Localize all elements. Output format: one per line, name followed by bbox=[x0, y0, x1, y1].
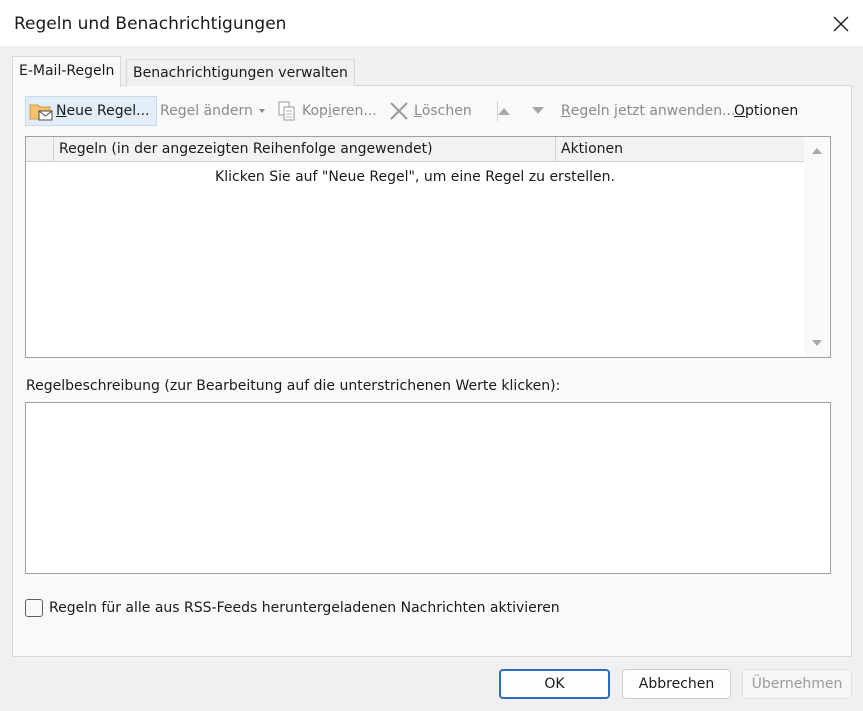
header-checkbox-column[interactable] bbox=[26, 137, 54, 161]
rss-rules-label: Regeln für alle aus RSS-Feeds herunterge… bbox=[49, 600, 560, 616]
move-up-button[interactable] bbox=[493, 96, 515, 126]
options-accel: O bbox=[734, 103, 746, 119]
new-rule-icon bbox=[29, 104, 53, 121]
delete-label: öschen bbox=[421, 103, 472, 119]
copy-label-a: Kop bbox=[302, 103, 328, 119]
new-rule-button[interactable]: Neue Regel... bbox=[25, 96, 157, 126]
arrow-down-icon bbox=[532, 107, 544, 114]
rss-rules-checkbox[interactable] bbox=[25, 599, 43, 617]
rules-list-scrollbar[interactable] bbox=[804, 137, 830, 357]
arrow-up-icon bbox=[498, 108, 510, 115]
copy-button[interactable]: Kop i eren... bbox=[276, 96, 377, 126]
delete-button[interactable]: Löschen bbox=[388, 96, 472, 126]
delete-x-icon bbox=[390, 102, 408, 120]
tab-manage-notifications[interactable]: Benachrichtigungen verwalten bbox=[126, 59, 355, 86]
new-rule-label: eue Regel... bbox=[66, 103, 150, 119]
rss-rules-option[interactable]: Regeln für alle aus RSS-Feeds herunterge… bbox=[25, 599, 560, 617]
copy-label-b: eren... bbox=[331, 103, 377, 119]
column-header-actions[interactable]: Aktionen bbox=[556, 137, 804, 161]
empty-list-message: Klicken Sie auf "Neue Regel", um eine Re… bbox=[215, 169, 615, 185]
apply-now-label: egeln jetzt anwenden... bbox=[570, 103, 736, 119]
rules-toolbar: Neue Regel... Regel ändern Kop i eren... L… bbox=[12, 96, 812, 126]
rules-list[interactable]: Regeln (in der angezeigten Reihenfolge a… bbox=[25, 136, 831, 358]
close-button[interactable] bbox=[823, 6, 859, 42]
window-title: Regeln und Benachrichtigungen bbox=[14, 14, 287, 34]
rules-list-header: Regeln (in der angezeigten Reihenfolge a… bbox=[26, 137, 804, 162]
move-down-button[interactable] bbox=[527, 96, 549, 126]
scroll-up-icon[interactable] bbox=[804, 141, 830, 161]
options-button[interactable]: Optionen bbox=[734, 96, 798, 126]
apply-rules-now-button[interactable]: Regeln jetzt anwenden... bbox=[561, 96, 735, 126]
cancel-button[interactable]: Abbrechen bbox=[622, 669, 731, 699]
ok-button[interactable]: OK bbox=[499, 669, 610, 699]
change-rule-label: Regel ändern bbox=[160, 103, 253, 119]
close-icon bbox=[833, 16, 849, 32]
delete-accel: L bbox=[414, 103, 422, 119]
apply-button[interactable]: Übernehmen bbox=[742, 669, 852, 699]
rule-description-label: Regelbeschreibung (zur Bearbeitung auf d… bbox=[26, 378, 561, 394]
dropdown-arrow-icon bbox=[258, 109, 265, 113]
scroll-down-icon[interactable] bbox=[804, 333, 830, 353]
options-label: ptionen bbox=[745, 103, 799, 119]
title-bar: Regeln und Benachrichtigungen bbox=[0, 0, 863, 46]
column-header-rules[interactable]: Regeln (in der angezeigten Reihenfolge a… bbox=[54, 137, 556, 161]
apply-now-accel: R bbox=[561, 103, 571, 119]
new-rule-accel: N bbox=[56, 103, 67, 119]
tab-email-rules[interactable]: E-Mail-Regeln bbox=[12, 56, 122, 87]
change-rule-button[interactable]: Regel ändern bbox=[160, 96, 267, 126]
copy-icon bbox=[278, 101, 295, 121]
rule-description-box[interactable] bbox=[25, 402, 831, 574]
